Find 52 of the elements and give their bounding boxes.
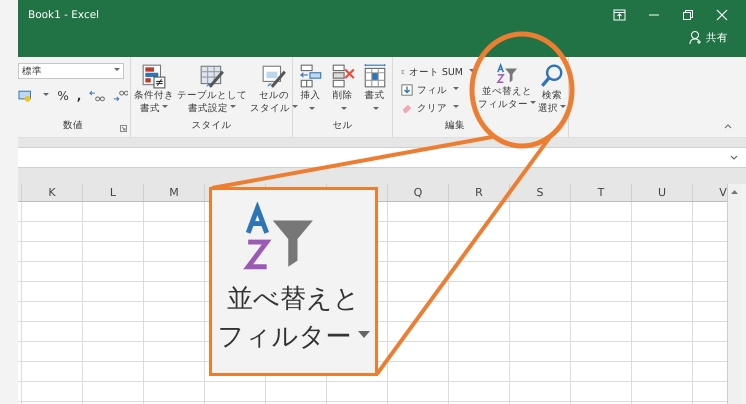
window-title: Book1 - Excel [28,9,100,21]
sort-filter-button[interactable]: 並べ替えと フィルター [218,280,370,356]
ribbon-button[interactable]: テーブルとして 書式設定 [176,63,248,119]
format-cells-icon [362,63,388,89]
percent-button[interactable]: % [57,89,69,103]
column-header[interactable]: M [169,186,179,199]
increase-decimal-icon[interactable] [89,90,105,102]
fill-icon [401,84,413,96]
ribbon-button[interactable]: フィル [399,81,477,99]
comma-button[interactable]: , [76,89,82,103]
ribbon-button[interactable]: 挿入 [296,63,324,119]
eraser-icon [401,102,413,114]
scroll-up-icon[interactable] [730,188,739,197]
column-header[interactable]: K [48,186,56,199]
ribbon-display-icon[interactable] [613,9,626,21]
ribbon-button[interactable]: 書式 [360,63,388,119]
share-button[interactable]: 共有 [706,30,728,44]
restore-icon[interactable] [682,9,694,21]
group-label: セル [332,119,352,132]
insert-cells-icon [298,63,324,89]
delete-cells-icon [330,63,356,89]
close-icon[interactable] [716,9,728,21]
user-add-icon [689,30,703,45]
decrease-decimal-icon[interactable] [112,90,128,102]
column-header[interactable]: S [536,186,544,199]
table-format-icon [199,63,225,89]
column-header[interactable]: T [598,186,604,199]
dialog-launcher-icon[interactable] [120,125,127,132]
column-header[interactable]: V [719,186,727,199]
number-format-dropdown[interactable]: 標準 [18,63,124,79]
ribbon-button[interactable]: セルの スタイル [249,63,299,119]
group-label: 数値 [63,119,83,132]
ribbon-button[interactable]: クリア [399,99,477,117]
currency-icon[interactable] [18,90,34,102]
ribbon-button[interactable]: 並べ替えと フィルター [478,63,536,119]
ribbon-button[interactable]: 削除 [328,63,356,119]
ribbon-button[interactable]: オート SUM [399,63,477,81]
vertical-scrollbar[interactable] [727,184,741,404]
column-header[interactable]: U [658,186,666,199]
ribbon-button[interactable]: 検索 選択 [537,63,567,119]
conditional-format-icon [141,63,167,89]
group-label: スタイル [192,119,232,132]
collapse-ribbon-icon[interactable] [724,123,732,129]
search-icon [539,63,565,89]
cell-style-icon [261,63,287,89]
sort-filter-icon [496,63,518,85]
column-header[interactable]: Q [414,186,422,199]
group-label: 編集 [445,119,465,132]
column-header[interactable]: R [475,186,483,199]
expand-icon[interactable] [730,154,738,160]
ribbon-button[interactable]: 条件付き 書式 [133,63,175,119]
column-header[interactable]: L [110,186,116,199]
